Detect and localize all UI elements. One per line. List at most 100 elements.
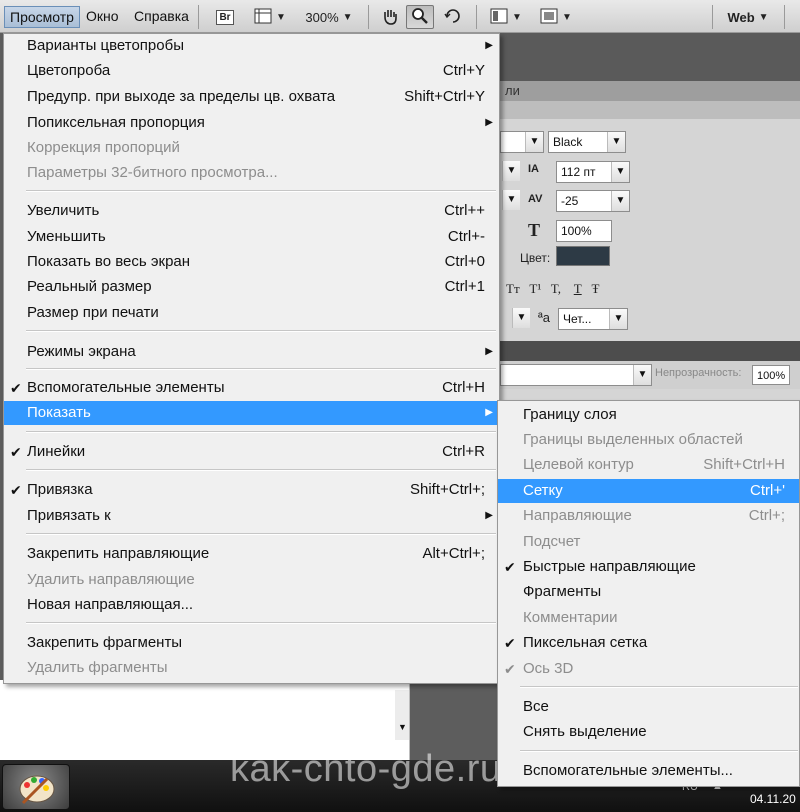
view-menu: Варианты цветопробы ▶ Цветопроба Ctrl+Y Пр…	[3, 33, 500, 684]
small-caps-button[interactable]: Tт	[506, 281, 520, 296]
submenu-arrow-icon: ▶	[485, 346, 493, 357]
submenu-item-smart-guides[interactable]: ✔ Быстрые направляющие	[498, 555, 799, 579]
scroll-down-icon: ▼	[398, 722, 407, 732]
submenu-item-grid[interactable]: Сетку Ctrl+'	[498, 479, 799, 503]
menu-item-clear-guides: Удалить направляющие	[4, 568, 499, 592]
menu-item-lock-guides[interactable]: Закрепить направляющие Alt+Ctrl+;	[4, 542, 499, 566]
chevron-down-icon: ▼	[633, 365, 651, 385]
screen-mode-button[interactable]: ▼	[536, 5, 576, 29]
menu-item-zoom-in[interactable]: Увеличить Ctrl++	[4, 199, 499, 223]
zoom-level-dropdown[interactable]: 300% ▼	[300, 5, 358, 29]
menu-item-label: Показать	[27, 404, 91, 421]
workspace-switcher[interactable]: Web ▼	[718, 5, 778, 29]
view-extras-icon	[254, 8, 272, 27]
submenu-item-slices[interactable]: Фрагменты	[498, 580, 799, 604]
menu-item-print-size[interactable]: Размер при печати	[4, 301, 499, 325]
submenu-item-pixel-grid[interactable]: ✔ Пиксельная сетка	[498, 631, 799, 655]
tracking-dropdown[interactable]: -25 ▼	[556, 190, 630, 212]
menu-item-shortcut: Ctrl++	[444, 202, 485, 219]
subscript-button[interactable]: T,	[551, 281, 561, 296]
submenu-item-all[interactable]: Все	[498, 695, 799, 719]
menu-item-fit-on-screen[interactable]: Показать во весь экран Ctrl+0	[4, 250, 499, 274]
panel-dock-top	[500, 33, 800, 81]
vertical-scale-field[interactable]: 100%	[556, 220, 612, 242]
checkmark-icon: ✔	[504, 635, 516, 651]
hand-tool-button[interactable]	[378, 5, 402, 29]
menu-separator	[520, 750, 798, 752]
menu-item-label: Привязать к	[27, 507, 111, 524]
menu-item-screen-mode[interactable]: Режимы экрана ▶	[4, 340, 499, 364]
font-style-dropdown[interactable]: Black ▼	[548, 131, 626, 153]
checkmark-icon: ✔	[504, 661, 516, 677]
screen-mode-icon	[540, 8, 558, 27]
blend-mode-dropdown[interactable]: ▼	[500, 364, 652, 386]
submenu-arrow-icon: ▶	[485, 510, 493, 521]
menu-item-label: Реальный размер	[27, 278, 152, 295]
submenu-item-show-extras-options[interactable]: Вспомогательные элементы...	[498, 759, 799, 783]
chevron-down-icon: ▼	[502, 161, 520, 181]
menu-separator	[26, 368, 496, 370]
bridge-button[interactable]: Br	[212, 5, 238, 29]
menu-separator	[26, 469, 496, 471]
superscript-button[interactable]: T¹	[529, 281, 541, 296]
toolbar-separator	[712, 5, 713, 29]
kerning-dropdown-arrow[interactable]: ▼	[502, 190, 520, 212]
font-family-dropdown-arrow[interactable]: ▼	[502, 161, 520, 183]
submenu-item-guides: Направляющие Ctrl+;	[498, 504, 799, 528]
toolbar-separator	[198, 5, 199, 29]
menu-item-snap-to[interactable]: Привязать к ▶	[4, 504, 499, 528]
arrange-documents-button[interactable]: ▼	[486, 5, 526, 29]
toolbar-separator	[368, 5, 369, 29]
taskbar-app-button[interactable]	[2, 764, 70, 810]
panel-tab-label[interactable]: ли	[505, 83, 520, 98]
menu-item-shortcut: Shift+Ctrl+H	[703, 456, 785, 473]
menu-item-label: Сетку	[523, 482, 563, 499]
menu-item-extras[interactable]: ✔ Вспомогательные элементы Ctrl+H	[4, 376, 499, 400]
menu-item-proof-colors[interactable]: Цветопроба Ctrl+Y	[4, 59, 499, 83]
menu-item-gamut-warning[interactable]: Предупр. при выходе за пределы цв. охват…	[4, 85, 499, 109]
menu-item-proof-setup[interactable]: Варианты цветопробы ▶	[4, 34, 499, 58]
submenu-item-selection-edges: Границы выделенных областей	[498, 428, 799, 452]
submenu-item-layer-edges[interactable]: Границу слоя	[498, 403, 799, 427]
font-size-value: 112 пт	[561, 165, 596, 179]
chevron-down-icon: ▼	[562, 11, 572, 23]
menu-window[interactable]: Окно	[81, 6, 124, 28]
font-family-dropdown[interactable]: ▼	[500, 131, 544, 153]
menu-item-label: Режимы экрана	[27, 343, 136, 360]
submenu-item-3d-axis: ✔ Ось 3D	[498, 657, 799, 681]
opacity-field[interactable]: 100%	[752, 365, 790, 385]
menu-item-label: Попиксельная пропорция	[27, 114, 205, 131]
language-dropdown-arrow[interactable]: ▼	[504, 308, 530, 330]
menu-item-label: Уменьшить	[27, 228, 106, 245]
menu-item-rulers[interactable]: ✔ Линейки Ctrl+R	[4, 440, 499, 464]
underline-button[interactable]: T	[574, 281, 582, 296]
menu-item-new-guide[interactable]: Новая направляющая...	[4, 593, 499, 617]
view-extras-button[interactable]: ▼	[250, 5, 290, 29]
text-color-swatch[interactable]	[556, 246, 610, 266]
menu-item-label: Подсчет	[523, 533, 581, 550]
menu-item-pixel-aspect-ratio[interactable]: Попиксельная пропорция ▶	[4, 111, 499, 135]
zoom-tool-button[interactable]	[406, 5, 434, 29]
menu-item-label: Удалить направляющие	[27, 571, 195, 588]
menu-item-show[interactable]: Показать ▶	[4, 401, 499, 425]
strikethrough-button[interactable]: Ŧ	[591, 281, 599, 296]
menu-separator	[26, 190, 496, 192]
menu-item-zoom-out[interactable]: Уменьшить Ctrl+-	[4, 225, 499, 249]
show-submenu: Границу слоя Границы выделенных областей…	[497, 400, 800, 787]
taskbar-clock[interactable]: 04.11.20	[750, 792, 796, 806]
submenu-item-none[interactable]: Снять выделение	[498, 720, 799, 744]
canvas-scrollbar[interactable]: ▼	[395, 690, 409, 740]
chevron-down-icon: ▼	[758, 11, 769, 23]
menu-item-actual-pixels[interactable]: Реальный размер Ctrl+1	[4, 275, 499, 299]
menu-item-label: Предупр. при выходе за пределы цв. охват…	[27, 88, 336, 105]
menu-help[interactable]: Справка	[129, 6, 194, 28]
font-size-dropdown[interactable]: 112 пт ▼	[556, 161, 630, 183]
menu-item-lock-slices[interactable]: Закрепить фрагменты	[4, 631, 499, 655]
menu-item-snap[interactable]: ✔ Привязка Shift+Ctrl+;	[4, 478, 499, 502]
chevron-down-icon: ▼	[502, 190, 520, 210]
anti-aliasing-dropdown[interactable]: Чет... ▼	[558, 308, 628, 330]
rotate-view-button[interactable]	[440, 5, 466, 29]
menu-separator	[520, 686, 798, 688]
menu-separator	[26, 533, 496, 535]
menu-view[interactable]: Просмотр	[4, 6, 80, 28]
